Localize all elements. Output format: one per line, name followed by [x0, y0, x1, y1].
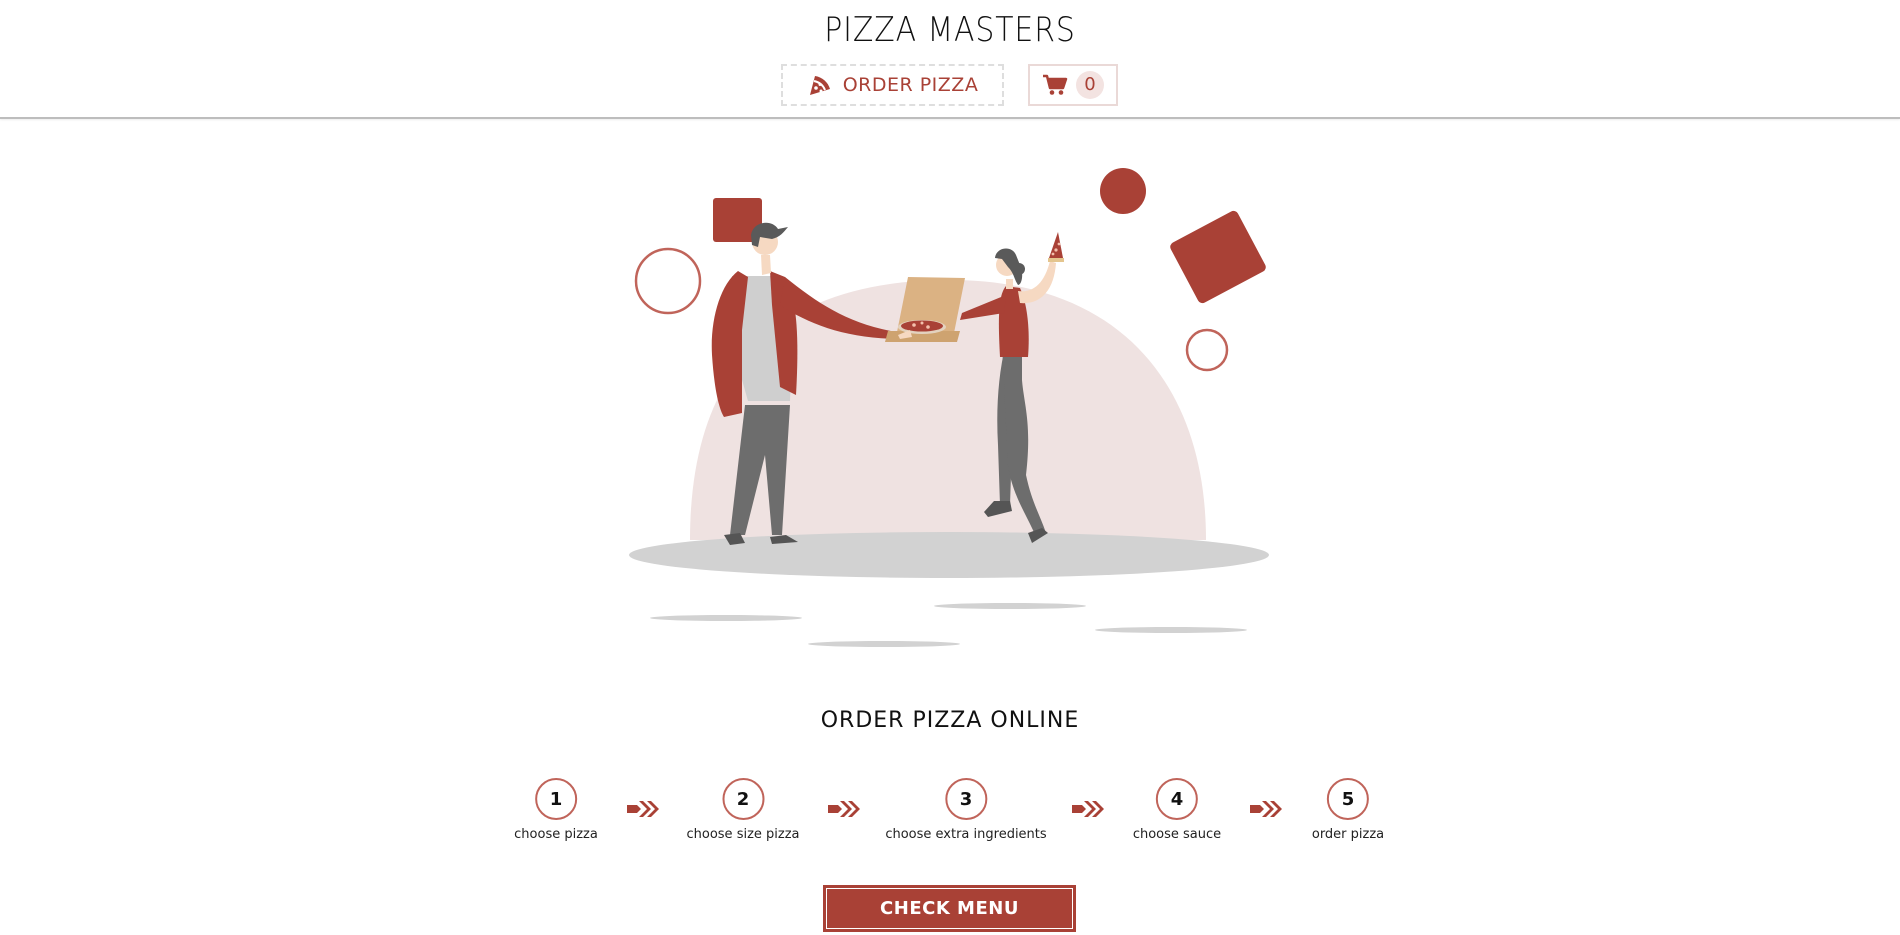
cart-button[interactable]: 0	[1028, 64, 1118, 106]
step-choose-sauce: 4 choose sauce	[1133, 778, 1221, 842]
shopping-cart-icon	[1042, 74, 1068, 96]
decorative-ring-small	[1185, 328, 1229, 372]
step-choose-extra-ingredients: 3 choose extra ingredients	[885, 778, 1047, 842]
step-label: choose sauce	[1132, 827, 1222, 842]
double-chevron-right-icon	[627, 801, 659, 817]
floor-line	[808, 641, 960, 647]
step-number: 3	[945, 778, 987, 820]
step-label: choose extra ingredients	[885, 827, 1047, 842]
step-label: choose pizza	[514, 827, 598, 842]
decorative-ring-large	[634, 247, 702, 315]
order-pizza-label: ORDER PIZZA	[842, 74, 979, 96]
ground-shadow	[629, 532, 1269, 578]
order-pizza-button[interactable]: ORDER PIZZA	[781, 64, 1004, 106]
site-logo[interactable]: PIZZA MASTERS	[114, 10, 1786, 50]
decorative-dot-top	[1100, 168, 1146, 214]
step-choose-size: 2 choose size pizza	[686, 778, 800, 842]
decorative-diamond	[1170, 210, 1266, 304]
pizza-delivery-illustration	[629, 168, 1269, 647]
check-menu-button[interactable]: CHECK MENU	[823, 885, 1076, 932]
floor-line	[1095, 627, 1247, 633]
double-chevron-right-icon	[828, 801, 860, 817]
step-number: 2	[721, 778, 764, 820]
step-label: order pizza	[1311, 827, 1385, 842]
step-order-pizza: 5 order pizza	[1312, 778, 1384, 842]
double-chevron-right-icon	[1250, 801, 1282, 817]
pizza-slice-illustration	[1048, 232, 1064, 262]
floor-line	[934, 603, 1086, 609]
site-header: PIZZA MASTERS ORDER PIZZA 0	[0, 0, 1900, 119]
section-title: ORDER PIZZA ONLINE	[820, 708, 1080, 733]
step-number: 5	[1327, 778, 1369, 820]
step-number: 1	[535, 778, 577, 820]
double-chevron-right-icon	[1072, 801, 1104, 817]
step-choose-pizza: 1 choose pizza	[514, 778, 598, 842]
floor-line	[650, 615, 802, 621]
step-label: choose size pizza	[686, 827, 800, 842]
cart-count-badge: 0	[1076, 71, 1104, 99]
pizza-slice-icon	[807, 73, 833, 97]
step-number: 4	[1155, 778, 1198, 820]
